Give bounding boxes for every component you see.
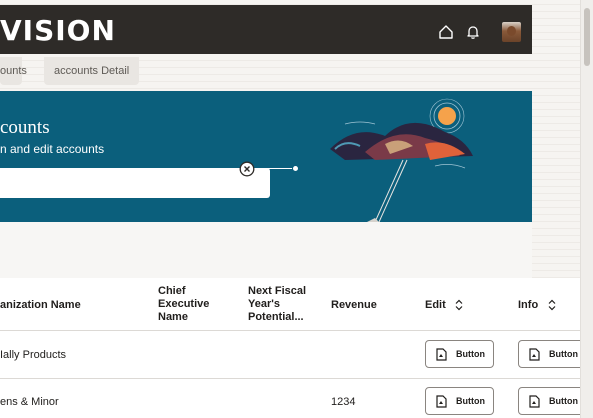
edit-button[interactable]: Button [425, 340, 494, 368]
column-header-fiscal-potential[interactable]: Next Fiscal Year's Potential... [248, 285, 310, 324]
home-icon[interactable] [438, 24, 454, 40]
accounts-table: anization Name Chief Executive Name Next… [0, 278, 587, 418]
tab-label: accounts Detail [54, 65, 130, 77]
revenue-cell: 1234 [331, 396, 356, 408]
info-button-label: Button [549, 396, 578, 406]
edit-button-label: Button [456, 349, 485, 359]
row-divider [0, 330, 582, 331]
tab-label: ounts [0, 65, 27, 77]
page-scrollbar[interactable] [580, 0, 593, 418]
page-subtitle: n and edit accounts [0, 142, 105, 156]
edit-button-label: Button [456, 396, 485, 406]
column-header-info[interactable]: Info [518, 299, 538, 312]
clear-search-icon[interactable] [239, 161, 255, 177]
avatar[interactable] [502, 22, 521, 42]
info-button-label: Button [549, 349, 578, 359]
row-divider [0, 378, 582, 379]
page-title: counts [0, 117, 50, 138]
document-icon [529, 348, 540, 361]
document-icon [436, 395, 447, 408]
column-header-ceo[interactable]: Chief Executive Name [158, 285, 228, 324]
connector-line [258, 168, 294, 169]
sort-icon[interactable] [548, 299, 556, 311]
scrollbar-thumb[interactable] [584, 8, 590, 66]
brand-logo: VISION [0, 14, 116, 47]
tab-accounts-detail[interactable]: accounts Detail [44, 57, 140, 85]
connector-dot [292, 165, 299, 172]
organization-name-cell: Ially Products [0, 349, 67, 361]
organization-name-cell: ens & Minor [0, 396, 59, 408]
document-icon [436, 348, 447, 361]
sort-icon[interactable] [455, 299, 463, 311]
column-header-edit[interactable]: Edit [425, 299, 446, 312]
column-header-organization-name[interactable]: anization Name [0, 299, 81, 312]
info-button[interactable]: Button [518, 340, 587, 368]
content-area [0, 222, 532, 278]
edit-button[interactable]: Button [425, 387, 494, 415]
tab-accounts[interactable]: ounts [0, 57, 27, 85]
document-icon [529, 395, 540, 408]
app-header: VISION [0, 5, 532, 54]
bell-icon[interactable] [465, 24, 481, 40]
column-header-revenue[interactable]: Revenue [331, 299, 377, 312]
search-input[interactable] [0, 168, 270, 198]
info-button[interactable]: Button [518, 387, 587, 415]
